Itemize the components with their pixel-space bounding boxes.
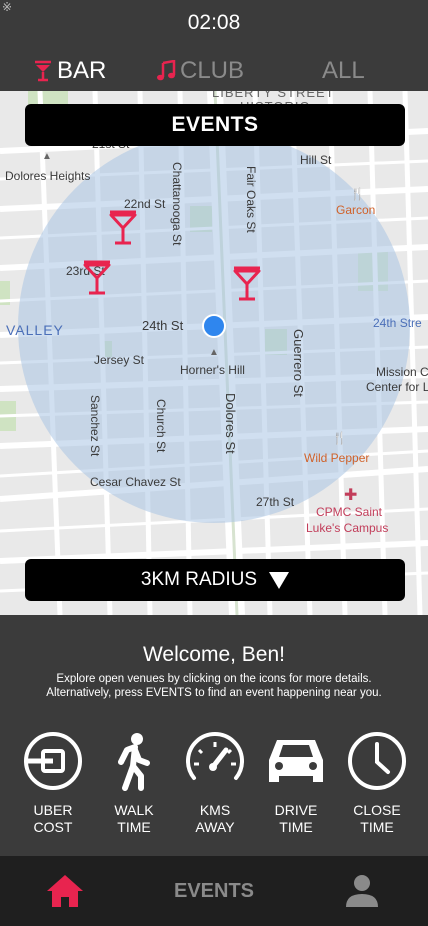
- tab-club-label: CLUB: [180, 57, 245, 84]
- music-note-icon: [156, 60, 176, 82]
- peak-icon: ▲: [42, 151, 52, 162]
- user-location-dot: [202, 314, 226, 338]
- radius-label: 3KM RADIUS: [140, 569, 258, 590]
- nav-events[interactable]: EVENTS: [150, 856, 278, 926]
- speedometer-icon: [184, 730, 246, 792]
- cocktail-icon: [109, 210, 137, 245]
- cocktail-icon: [83, 260, 111, 295]
- peak-icon: ▲: [209, 347, 219, 358]
- nav-profile[interactable]: [338, 856, 386, 926]
- restaurant-icon: 🍴: [332, 431, 347, 445]
- status-bar: ※ 02:08: [0, 0, 428, 46]
- filter-tabs: BAR CLUB ALL: [0, 54, 428, 88]
- map-label-jersey: Jersey St: [94, 353, 145, 367]
- map-label-cesar-chavez: Cesar Chavez St: [90, 475, 181, 489]
- home-icon: [47, 875, 83, 907]
- tab-all[interactable]: ALL: [322, 54, 365, 88]
- map-label-mission: Mission C: [376, 365, 428, 379]
- map-label-garcon: Garcon: [336, 203, 376, 217]
- stat-label: WALK TIME: [114, 802, 154, 835]
- cocktail-icon: [233, 266, 261, 301]
- map-label-cpmc-2: Luke's Campus: [306, 521, 389, 535]
- map-label-valley: VALLEY: [6, 322, 64, 338]
- map-label-center-for: Center for L: [366, 380, 428, 394]
- stat-walk-time[interactable]: WALK TIME: [94, 730, 174, 836]
- map-label-cpmc-1: CPMC Saint: [316, 505, 383, 519]
- status-time: 02:08: [187, 11, 241, 34]
- tab-club[interactable]: CLUB: [156, 54, 244, 88]
- venue-pin-bar[interactable]: [232, 265, 262, 303]
- stat-drive-time[interactable]: DRIVE TIME: [256, 730, 336, 836]
- stat-close-time[interactable]: CLOSE TIME: [337, 730, 417, 836]
- nav-home[interactable]: [40, 856, 90, 926]
- stat-label: CLOSE TIME: [353, 802, 401, 835]
- map-label-dolores-heights: Dolores Heights: [5, 169, 91, 183]
- uber-icon: [22, 730, 84, 792]
- clock-icon: [346, 730, 408, 792]
- venue-pin-bar[interactable]: [108, 209, 138, 247]
- stat-label: DRIVE TIME: [274, 802, 318, 835]
- map-label-sanchez: Sanchez St: [88, 395, 102, 457]
- venue-pin-bar[interactable]: [82, 259, 112, 297]
- welcome-line-1: Explore open venues by clicking on the i…: [56, 673, 372, 685]
- tab-bar-label: BAR: [57, 57, 107, 84]
- hospital-icon: ✚: [344, 487, 358, 504]
- map-label-hill: Hill St: [300, 153, 332, 167]
- map-label-24th-east: 24th Stre: [373, 316, 422, 330]
- welcome-line-2: Alternatively, press EVENTS to find an e…: [46, 687, 382, 699]
- map-label-chattanooga: Chattanooga St: [170, 162, 184, 246]
- cocktail-icon: [33, 60, 53, 82]
- map[interactable]: LIBERTY STREET HISTORIC 21st St ▲ Dolore…: [0, 91, 428, 615]
- map-label-horners-hill: Horner's Hill: [180, 363, 245, 377]
- events-banner-button[interactable]: EVENTS: [25, 104, 405, 146]
- tab-all-label: ALL: [322, 57, 365, 84]
- triangle-down-icon: [269, 571, 290, 589]
- map-label-guerrero: Guerrero St: [291, 329, 306, 397]
- stat-kms-away[interactable]: KMS AWAY: [175, 730, 255, 836]
- radius-selector[interactable]: 3KM RADIUS: [25, 559, 405, 601]
- walking-person-icon: [103, 730, 165, 792]
- stat-label: UBER COST: [33, 802, 73, 835]
- welcome-description: Explore open venues by clicking on the i…: [0, 672, 428, 700]
- user-icon: [346, 875, 378, 907]
- tab-bar[interactable]: BAR: [33, 54, 106, 88]
- map-label-fair-oaks: Fair Oaks St: [244, 166, 258, 233]
- stat-label: KMS AWAY: [195, 802, 235, 835]
- stat-uber-cost[interactable]: UBER COST: [13, 730, 93, 836]
- map-label-27th: 27th St: [256, 495, 295, 509]
- welcome-title: Welcome, Ben!: [142, 643, 285, 666]
- bottom-nav: EVENTS: [0, 856, 428, 926]
- map-label-dolores: Dolores St: [223, 393, 238, 454]
- restaurant-icon: 🍴: [350, 187, 365, 201]
- map-label-wild-pepper: Wild Pepper: [304, 451, 370, 465]
- map-label-24th: 24th St: [142, 318, 184, 333]
- map-label-church: Church St: [154, 399, 168, 453]
- car-icon: [265, 730, 327, 792]
